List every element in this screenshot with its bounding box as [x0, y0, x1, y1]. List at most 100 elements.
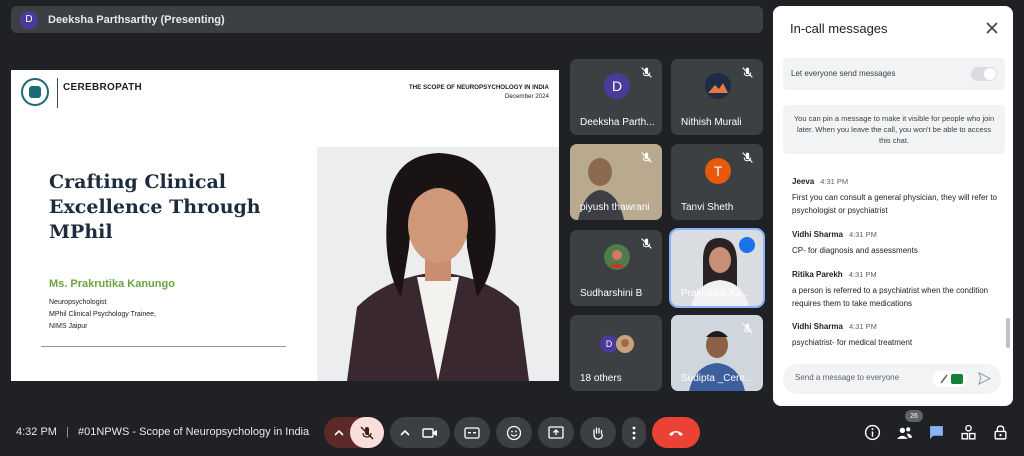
leave-call-button[interactable]: [652, 417, 700, 448]
participant-name: piyush thawrani: [580, 202, 650, 213]
speaker-photo: [317, 147, 559, 381]
slide-heading-line: Excellence Through: [49, 196, 261, 218]
extension-icon[interactable]: [933, 371, 967, 387]
participant-avatar-image: [604, 244, 630, 270]
more-options-button[interactable]: [622, 417, 646, 448]
slide-heading-line: Crafting Clinical: [49, 171, 227, 193]
present-screen-icon: [548, 425, 564, 439]
mic-toggle-button[interactable]: [350, 417, 384, 448]
participant-name: Tanvi Sheth: [681, 202, 734, 213]
speaker-affiliation: MPhil Clinical Psychology Trainee,: [49, 311, 156, 318]
camera-control-group[interactable]: [390, 417, 450, 448]
speaker-name: Ms. Prakrutika Kanungo: [49, 278, 175, 290]
message-sender: Ritika Parekh: [792, 270, 843, 279]
chevron-up-icon[interactable]: [333, 425, 345, 441]
participant-avatar-image: [705, 73, 731, 99]
presenter-bar: D Deeksha Parthsarthy (Presenting): [11, 6, 763, 33]
pin-info-note: You can pin a message to make it visible…: [783, 105, 1005, 154]
message-text: a person is referred to a psychiatrist w…: [792, 286, 989, 308]
participant-name: Nithish Murali: [681, 117, 742, 128]
end-call-icon: [669, 430, 683, 436]
participant-tile[interactable]: Sudharshini B: [570, 230, 662, 306]
emoji-icon: [506, 425, 522, 440]
host-controls-icon[interactable]: [992, 424, 1009, 441]
deck-title: THE SCOPE OF NEUROPSYCHOLOGY IN INDIA: [408, 84, 549, 91]
mic-off-icon: [641, 152, 652, 163]
mic-off-icon: [360, 425, 374, 440]
chat-panel: In-call messages Let everyone send messa…: [773, 6, 1013, 406]
participant-tile[interactable]: Sudipta _Cere...: [671, 315, 763, 391]
others-count: 18 others: [580, 373, 622, 384]
mic-off-icon: [742, 323, 753, 334]
participant-tile[interactable]: T Tanvi Sheth: [671, 144, 763, 220]
mic-off-icon: [742, 152, 753, 163]
message-sender: Vidhi Sharma: [792, 230, 843, 239]
participant-name: Prakrutika Ka...: [681, 288, 750, 299]
presenter-avatar: D: [20, 10, 38, 29]
chat-permission-label: Let everyone send messages: [791, 69, 896, 78]
message-input[interactable]: Send a message to everyone: [795, 373, 899, 382]
participant-name: Deeksha Parth...: [580, 117, 655, 128]
message-text: CP- for diagnosis and assessments: [792, 246, 918, 255]
message-sender: Jeeva: [792, 177, 815, 186]
chat-icon[interactable]: [928, 424, 945, 441]
brand-logo-icon: [21, 78, 49, 106]
meeting-title: #01NPWS - Scope of Neuropsychology in In…: [78, 426, 310, 438]
camera-icon[interactable]: [422, 425, 438, 441]
slide-underline: [41, 346, 286, 347]
speaking-indicator-icon: [739, 237, 755, 253]
chat-title: In-call messages: [790, 21, 888, 36]
message-time: 4:31 PM: [820, 177, 849, 186]
chat-message: Ritika Parekh 4:31 PM a person is referre…: [792, 264, 1002, 310]
captions-icon: [464, 426, 480, 439]
participant-tile[interactable]: D Deeksha Parth...: [570, 59, 662, 135]
chevron-up-icon[interactable]: [399, 425, 411, 441]
participant-name: Sudipta _Cere...: [681, 373, 754, 384]
participant-avatar: D: [604, 73, 630, 99]
chat-message: Vidhi Sharma 4:31 PM psychiatrist- for me…: [792, 316, 1002, 349]
activities-icon[interactable]: [960, 424, 977, 441]
chat-permission-row: Let everyone send messages: [783, 58, 1005, 90]
reactions-button[interactable]: [496, 417, 532, 448]
chat-permission-toggle[interactable]: [971, 67, 997, 81]
message-compose[interactable]: Send a message to everyone: [783, 364, 1001, 394]
people-count-badge: 26: [905, 410, 923, 422]
people-icon[interactable]: [896, 424, 913, 441]
shared-slide: CEREBROPATH THE SCOPE OF NEUROPSYCHOLOGY…: [11, 70, 559, 381]
info-icon[interactable]: [864, 424, 881, 441]
message-time: 4:31 PM: [848, 230, 877, 239]
participant-name: Sudharshini B: [580, 288, 643, 299]
meeting-toolbar: 4:32 PM | #01NPWS - Scope of Neuropsycho…: [0, 410, 1024, 456]
mic-control-group[interactable]: [324, 417, 384, 448]
message-sender: Vidhi Sharma: [792, 322, 843, 331]
participant-tile-speaking[interactable]: Prakrutika Ka...: [669, 228, 765, 308]
slide-heading-line: MPhil: [49, 221, 113, 243]
send-icon[interactable]: [978, 372, 991, 385]
speaker-institute: NIMS Jaipur: [49, 323, 88, 330]
message-text: First you can consult a general physicia…: [792, 193, 997, 215]
participant-tile[interactable]: Nithish Murali: [671, 59, 763, 135]
mic-off-icon: [641, 67, 652, 78]
meeting-clock: 4:32 PM: [16, 426, 57, 438]
others-tile[interactable]: D 18 others: [570, 315, 662, 391]
chat-scrollbar[interactable]: [1006, 318, 1010, 348]
logo-divider: [57, 78, 58, 108]
mic-off-icon: [742, 67, 753, 78]
captions-button[interactable]: [454, 417, 490, 448]
presenter-label: Deeksha Parthsarthy (Presenting): [48, 13, 225, 26]
raise-hand-button[interactable]: [580, 417, 616, 448]
close-icon[interactable]: [985, 21, 999, 35]
participant-avatar-image: [616, 335, 634, 353]
slide-heading: Crafting Clinical Excellence Through MPh…: [49, 170, 289, 245]
hand-icon: [593, 426, 604, 440]
message-text: psychiatrist- for medical treatment: [792, 338, 913, 347]
speaker-role: Neuropsychologist: [49, 299, 107, 306]
toolbar-separator: |: [66, 426, 69, 438]
chat-message: Vidhi Sharma 4:31 PM CP- for diagnosis an…: [792, 224, 1002, 257]
more-vert-icon: [632, 426, 636, 439]
present-button[interactable]: [538, 417, 574, 448]
message-time: 4:31 PM: [848, 322, 877, 331]
participant-tile[interactable]: piyush thawrani: [570, 144, 662, 220]
message-time: 4:31 PM: [848, 270, 877, 279]
chat-message: Jeeva 4:31 PM First you can consult a gen…: [792, 171, 1002, 217]
